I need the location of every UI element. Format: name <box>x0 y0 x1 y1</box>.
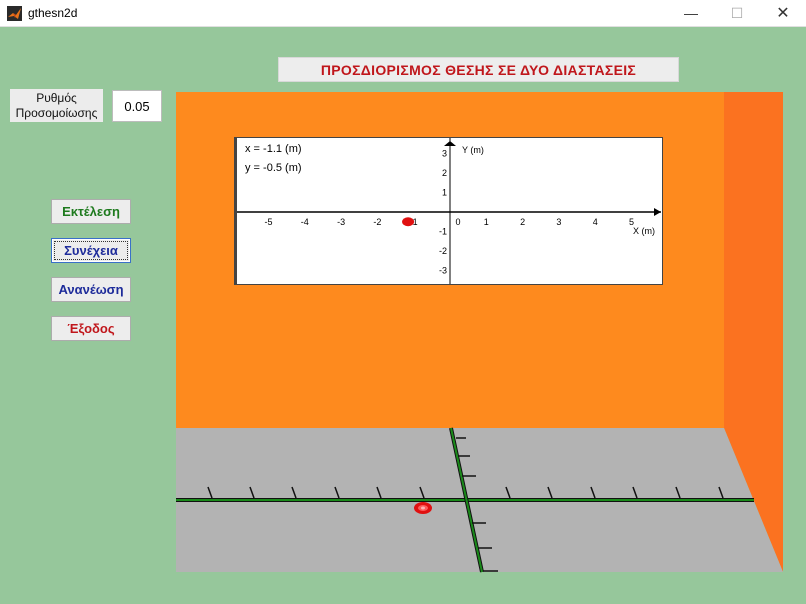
page-title: ΠΡΟΣΔΙΟΡΙΣΜΟΣ ΘΕΣΗΣ ΣΕ ΔΥΟ ΔΙΑΣΤΑΣΕΙΣ <box>278 57 679 82</box>
x-tick-label: 0 <box>455 217 460 227</box>
x-tick-label: -4 <box>301 217 309 227</box>
x-tick-label: -3 <box>337 217 345 227</box>
y-tick-label: 1 <box>442 188 447 198</box>
rate-input[interactable] <box>112 90 162 122</box>
y-tick-label: 3 <box>442 149 447 159</box>
x-axis-arrow <box>654 208 661 216</box>
position-plot: x = -1.1 (m) y = -0.5 (m) Y (m) X (m) -5… <box>234 137 663 285</box>
rate-label-line1: Ρυθμός <box>36 91 77 105</box>
run-button[interactable]: Εκτέλεση <box>51 199 131 224</box>
rate-label: Ρυθμός Προσομοίωσης <box>10 89 103 122</box>
exit-button[interactable]: Έξοδος <box>51 316 131 341</box>
x-tick-label: 2 <box>520 217 525 227</box>
x-tick-label: 4 <box>593 217 598 227</box>
plot-axes: Y (m) X (m) -5-4-3-2-1012345 321-1-2-3 <box>237 138 661 284</box>
refresh-button[interactable]: Ανανέωση <box>51 277 131 302</box>
x-tick-label: 5 <box>629 217 634 227</box>
x-tick-label: 3 <box>556 217 561 227</box>
y-tick-label: -3 <box>439 266 447 276</box>
y-tick-label: -2 <box>439 246 447 256</box>
x-axis-label: X (m) <box>633 226 655 236</box>
y-axis-label: Y (m) <box>462 145 484 155</box>
rate-label-line2: Προσομοίωσης <box>15 106 98 120</box>
x-tick-label: 1 <box>484 217 489 227</box>
x-tick-label: -5 <box>264 217 272 227</box>
continue-button[interactable]: Συνέχεια <box>51 238 131 263</box>
y-axis-arrow <box>444 141 456 146</box>
x-tick-label: -2 <box>373 217 381 227</box>
plot-ball <box>402 217 415 227</box>
y-tick-label: 2 <box>442 168 447 178</box>
y-tick-label: -1 <box>439 227 447 237</box>
